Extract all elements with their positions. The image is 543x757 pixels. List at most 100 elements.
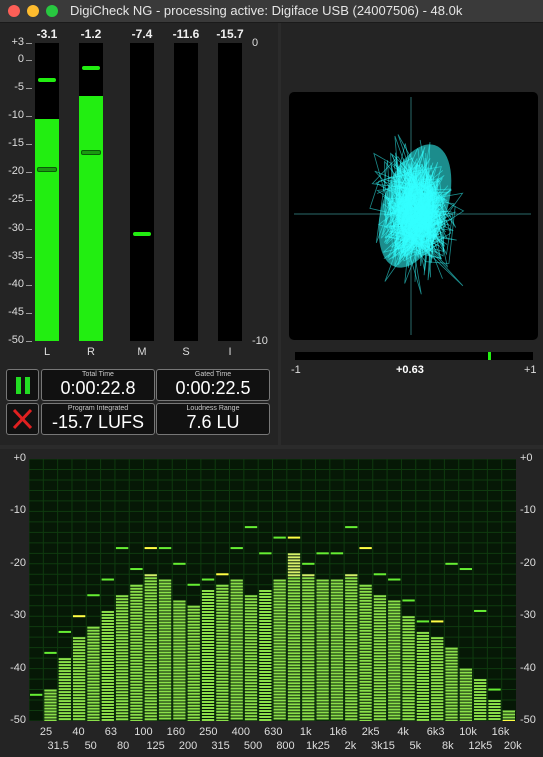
spectrum-bar-segment [359, 605, 372, 608]
spectrum-bar-segment [72, 700, 86, 703]
spectrum-bar-segment [316, 657, 329, 660]
spectrum-bar-segment [130, 599, 143, 602]
spectrum-bar-segment [445, 659, 458, 662]
spectrum-bar-segment [287, 598, 301, 601]
spectrum-bar-segment [230, 711, 243, 714]
spectrum-bar-segment [230, 642, 243, 645]
pause-button[interactable] [6, 369, 39, 401]
spectrum-bar-segment [187, 617, 200, 620]
spectrum-bar-segment [244, 718, 258, 721]
spectrum-bar-segment [287, 670, 301, 673]
spectrum-bar-segment [388, 684, 401, 687]
spectrum-bar-segment [359, 695, 372, 698]
spectrum-bar-segment [87, 650, 100, 653]
spectrum-bar-segment [431, 715, 444, 718]
spectrum-bar-segment [87, 719, 100, 722]
spectrum-bar-segment [230, 669, 243, 672]
spectrum-bar-segment [244, 676, 258, 679]
spectrum-bar-segment [316, 585, 329, 588]
spectrum-bar-segment [259, 677, 272, 679]
spectrum-bar-segment [230, 627, 243, 630]
spectrum-bar-segment [87, 629, 100, 632]
spectrum-bar-segment [216, 710, 229, 713]
spectrum-peak-hold [115, 547, 129, 550]
spectrum-bar-segment [201, 629, 215, 631]
spectrum-bar-segment [273, 711, 286, 714]
spectrum-bar-segment [359, 623, 372, 626]
spectrum-bar-segment [201, 677, 215, 679]
spectrum-bar-segment [416, 700, 430, 703]
spectrum-bar-segment [273, 672, 286, 675]
spectrum-bar-segment [158, 708, 172, 711]
spectrum-bar-segment [359, 668, 372, 671]
spectrum-bar-segment [287, 589, 301, 592]
spectrum-peak-hold [130, 568, 143, 571]
spectrum-bar-segment [44, 716, 57, 719]
spectrum-bar-segment [158, 588, 172, 591]
spectrum-bar-segment [359, 710, 372, 713]
spectrum-bar-segment [445, 716, 458, 719]
spectrum-bar-segment [388, 660, 401, 663]
spectrum-bar-segment [359, 644, 372, 647]
spectrum-bar-segment [287, 688, 301, 691]
spectrum-bar-segment [144, 655, 157, 658]
spectrum-bar-segment [416, 637, 430, 640]
spectrum-bar-segment [345, 682, 358, 685]
spectrum-bar-segment [273, 690, 286, 693]
spectrum-bar-segment [259, 626, 272, 628]
spectrum-bar-segment [373, 634, 387, 637]
spectrum-bar-segment [144, 595, 157, 598]
spectrum-bar-segment [158, 654, 172, 657]
spectrum-bar-segment [416, 712, 430, 715]
spectrum-bar-segment [244, 649, 258, 652]
spectrum-bar-segment [302, 685, 315, 688]
spectrum-bar-segment [244, 709, 258, 712]
close-window-button[interactable] [8, 5, 20, 17]
spectrum-bar-segment [130, 632, 143, 635]
spectrum-bar-segment [287, 553, 301, 556]
spectrum-peak-hold [302, 562, 315, 565]
spectrum-bar-segment [402, 640, 415, 643]
spectrum-bar-segment [316, 588, 329, 591]
spectrum-bar-segment [345, 610, 358, 613]
reset-button[interactable] [6, 403, 39, 435]
spectrum-bar-segment [373, 601, 387, 604]
spectrum-db-label: -50 [520, 714, 536, 726]
spectrum-bar-segment [459, 686, 473, 689]
spectrum-bar-segment [373, 655, 387, 658]
spectrum-bar-segment [445, 695, 458, 698]
spectrum-bar-segment [216, 692, 229, 695]
spectrum-bar-segment [273, 606, 286, 609]
spectrum-bar-segment [158, 639, 172, 642]
spectrum-bar-segment [187, 686, 200, 689]
spectrum-bar-segment [44, 701, 57, 704]
spectrum-bar-segment [173, 657, 186, 660]
spectrum-bar-segment [187, 704, 200, 707]
spectrum-bar-segment [72, 664, 86, 667]
spectrum-bar-segment [287, 649, 301, 652]
spectrum-bar-segment [330, 660, 344, 663]
spectrum-bar-segment [388, 612, 401, 615]
spectrum-bar-segment [345, 646, 358, 649]
spectrum-bar-segment [359, 590, 372, 593]
spectrum-bar-segment [259, 656, 272, 658]
spectrum-bar-segment [130, 602, 143, 605]
spectrum-bar-segment [158, 621, 172, 624]
spectrum-bar-segment [345, 697, 358, 700]
spectrum-bar-segment [187, 626, 200, 629]
minimize-window-button[interactable] [27, 5, 39, 17]
spectrum-bar-segment [144, 613, 157, 616]
spectrum-bar-segment [130, 626, 143, 629]
spectrum-freq-label: 5k [409, 740, 422, 752]
zoom-window-button[interactable] [46, 5, 58, 17]
spectrum-bar-segment [316, 693, 329, 696]
spectrum-bar-segment [58, 703, 71, 706]
spectrum-bar-segment [402, 682, 415, 685]
spectrum-bar-segment [445, 680, 458, 683]
meter-scale-tick [26, 341, 32, 342]
spectrum-bar-segment [173, 699, 186, 702]
spectrum-bar-segment [273, 684, 286, 687]
meter-scale-tick [26, 116, 32, 118]
spectrum-bar-segment [316, 651, 329, 654]
spectrum-bar-segment [101, 682, 114, 685]
